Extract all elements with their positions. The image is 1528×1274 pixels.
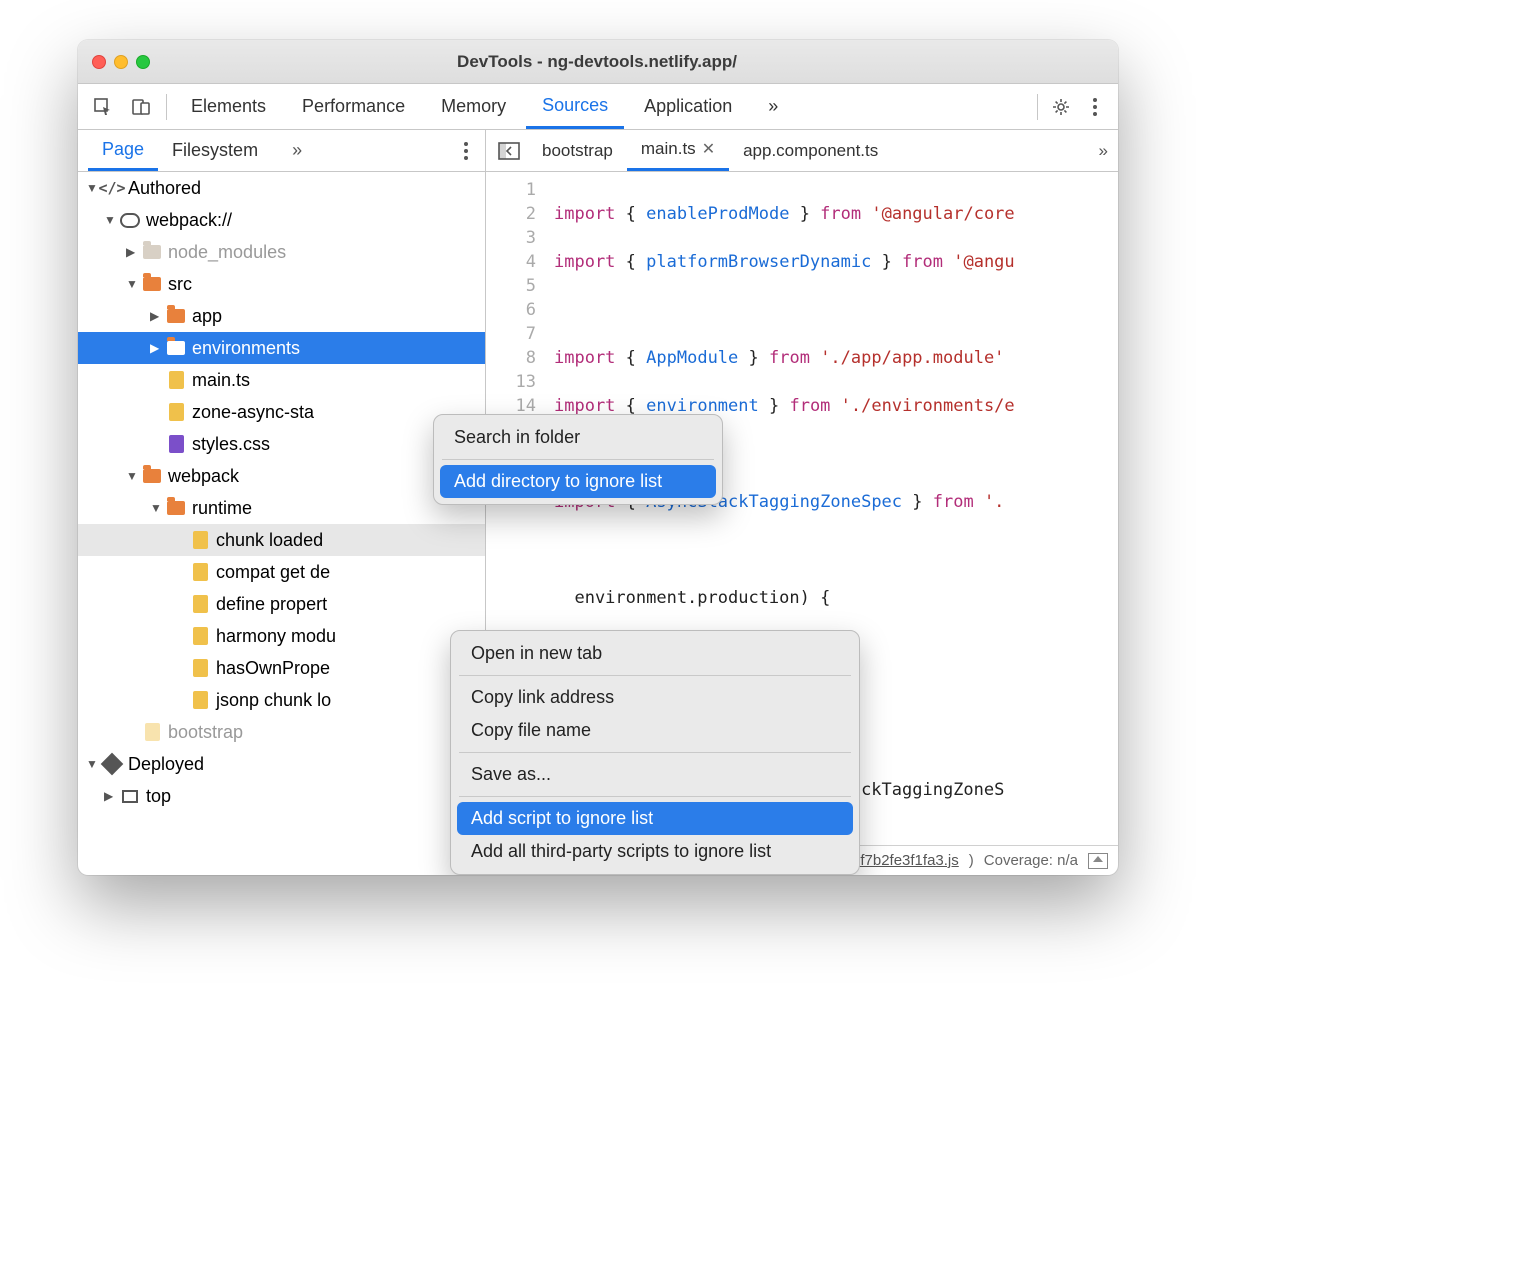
filetab-main-ts[interactable]: main.ts ✕ <box>627 130 729 171</box>
file-icon <box>169 435 184 453</box>
menu-add-directory-ignore[interactable]: Add directory to ignore list <box>440 465 716 498</box>
editor-tabs: bootstrap main.ts ✕ app.component.ts » <box>486 130 1118 171</box>
filetab-overflow[interactable]: » <box>1089 130 1118 171</box>
tree-src[interactable]: ▼src <box>78 268 485 300</box>
filetab-label: app.component.ts <box>743 141 878 161</box>
tree-deployed[interactable]: ▼Deployed <box>78 748 485 780</box>
cube-icon <box>101 753 124 776</box>
file-icon <box>193 627 208 645</box>
tree-hasown[interactable]: hasOwnPrope <box>78 652 485 684</box>
tree-jsonp[interactable]: jsonp chunk lo <box>78 684 485 716</box>
tree-webpack-scheme[interactable]: ▼webpack:// <box>78 204 485 236</box>
menu-separator <box>459 796 851 797</box>
tree-styles-css[interactable]: styles.css <box>78 428 485 460</box>
navigator-tabs: Page Filesystem » <box>78 130 486 171</box>
menu-copy-link[interactable]: Copy link address <box>457 681 853 714</box>
subtab-overflow[interactable]: » <box>278 130 316 171</box>
menu-separator <box>459 675 851 676</box>
devtools-window: DevTools - ng-devtools.netlify.app/ Elem… <box>78 40 1118 875</box>
close-window-icon[interactable] <box>92 55 106 69</box>
folder-icon <box>167 341 185 355</box>
navigator-tree: ▼</>Authored ▼webpack:// ▶node_modules ▼… <box>78 172 486 875</box>
file-icon <box>169 371 184 389</box>
tree-environments[interactable]: ▶environments <box>78 332 485 364</box>
menu-save-as[interactable]: Save as... <box>457 758 853 791</box>
tab-sources[interactable]: Sources <box>526 84 624 129</box>
subtab-page[interactable]: Page <box>88 130 158 171</box>
window-controls <box>92 55 150 69</box>
main-tabstrip: Elements Performance Memory Sources Appl… <box>78 84 1118 130</box>
menu-separator <box>459 752 851 753</box>
frame-icon <box>122 790 138 803</box>
tree-webpack[interactable]: ▼webpack <box>78 460 485 492</box>
file-icon <box>193 691 208 709</box>
filetab-bootstrap[interactable]: bootstrap <box>528 130 627 171</box>
close-tab-icon[interactable]: ✕ <box>702 139 715 159</box>
tree-harmony[interactable]: harmony modu <box>78 620 485 652</box>
zoom-window-icon[interactable] <box>136 55 150 69</box>
filetab-label: bootstrap <box>542 141 613 161</box>
toggle-navigator-icon[interactable] <box>498 141 520 161</box>
tab-memory[interactable]: Memory <box>425 84 522 129</box>
menu-add-third-party-ignore[interactable]: Add all third-party scripts to ignore li… <box>457 835 853 868</box>
coverage-label: Coverage: n/a <box>984 852 1078 869</box>
file-icon <box>169 403 184 421</box>
folder-icon <box>143 245 161 259</box>
menu-copy-filename[interactable]: Copy file name <box>457 714 853 747</box>
navigator-more-icon[interactable] <box>451 136 481 166</box>
tree-app[interactable]: ▶app <box>78 300 485 332</box>
device-toolbar-icon[interactable] <box>124 90 158 124</box>
minimize-window-icon[interactable] <box>114 55 128 69</box>
select-element-icon[interactable] <box>86 90 120 124</box>
tree-chunk-loaded[interactable]: chunk loaded <box>78 524 485 556</box>
tree-compat[interactable]: compat get de <box>78 556 485 588</box>
more-icon[interactable] <box>1080 92 1110 122</box>
file-icon <box>193 595 208 613</box>
folder-icon <box>167 309 185 323</box>
folder-icon <box>143 277 161 291</box>
settings-icon[interactable] <box>1046 92 1076 122</box>
tree-main-ts[interactable]: main.ts <box>78 364 485 396</box>
context-menu-folder: Search in folder Add directory to ignore… <box>433 414 723 505</box>
subtab-filesystem[interactable]: Filesystem <box>158 130 272 171</box>
cloud-icon <box>120 213 140 228</box>
tab-overflow[interactable]: » <box>752 84 794 129</box>
filetab-label: main.ts <box>641 139 696 159</box>
titlebar: DevTools - ng-devtools.netlify.app/ <box>78 40 1118 84</box>
file-icon <box>193 531 208 549</box>
filetab-app-component[interactable]: app.component.ts <box>729 130 892 171</box>
tab-performance[interactable]: Performance <box>286 84 421 129</box>
file-icon <box>193 563 208 581</box>
tree-authored[interactable]: ▼</>Authored <box>78 172 485 204</box>
menu-add-script-ignore[interactable]: Add script to ignore list <box>457 802 853 835</box>
file-icon <box>145 723 160 741</box>
tree-zone-async[interactable]: zone-async-sta <box>78 396 485 428</box>
code-icon: </> <box>98 179 125 197</box>
drawer-toggle-icon[interactable] <box>1088 853 1108 869</box>
menu-search-in-folder[interactable]: Search in folder <box>440 421 716 454</box>
context-menu-file: Open in new tab Copy link address Copy f… <box>450 630 860 875</box>
tree-runtime[interactable]: ▼runtime <box>78 492 485 524</box>
tab-elements[interactable]: Elements <box>175 84 282 129</box>
window-title: DevTools - ng-devtools.netlify.app/ <box>160 52 1034 72</box>
folder-icon <box>167 501 185 515</box>
tree-top[interactable]: ▶top <box>78 780 485 812</box>
tab-application[interactable]: Application <box>628 84 748 129</box>
tree-bootstrap[interactable]: bootstrap <box>78 716 485 748</box>
tree-define-property[interactable]: define propert <box>78 588 485 620</box>
sub-tabstrip: Page Filesystem » bootstrap main.ts ✕ ap… <box>78 130 1118 172</box>
file-icon <box>193 659 208 677</box>
menu-open-new-tab[interactable]: Open in new tab <box>457 637 853 670</box>
menu-separator <box>442 459 714 460</box>
tree-node-modules[interactable]: ▶node_modules <box>78 236 485 268</box>
folder-icon <box>143 469 161 483</box>
